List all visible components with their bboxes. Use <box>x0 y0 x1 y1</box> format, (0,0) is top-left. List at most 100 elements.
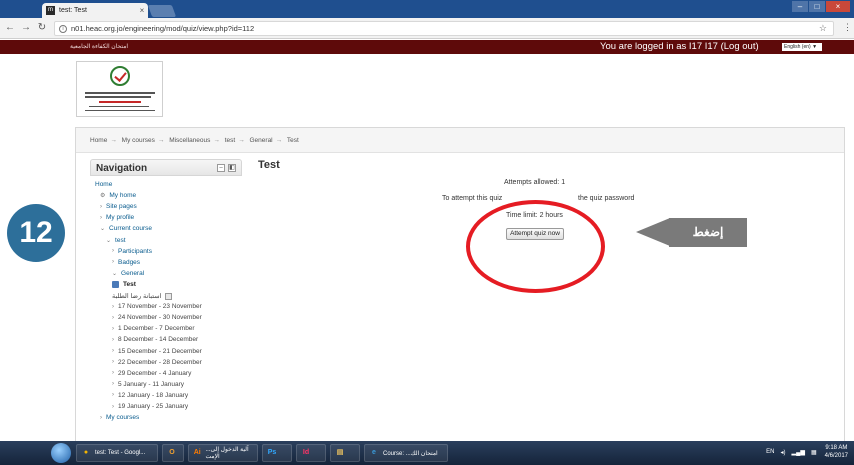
navigation-item-label: Home <box>95 181 113 188</box>
forward-icon[interactable]: → <box>20 22 32 34</box>
taskbar-app[interactable]: Ps <box>262 444 292 462</box>
browser-tab-strip: m test: Test × – □ × <box>0 0 854 18</box>
navigation-item-label: General <box>121 269 145 277</box>
window-controls: – □ × <box>791 1 850 12</box>
navigation-item-label: 15 December - 21 December <box>118 347 202 355</box>
navigation-item[interactable]: › 5 January - 11 January <box>112 381 184 388</box>
browser-tab[interactable]: m test: Test × <box>42 3 148 18</box>
navigation-item[interactable]: › My courses <box>100 414 139 421</box>
back-icon[interactable]: ← <box>4 22 16 34</box>
new-tab-button[interactable] <box>147 5 177 17</box>
dock-block-icon[interactable]: ◧ <box>228 164 236 172</box>
navigation-item[interactable]: › 8 December - 14 December <box>112 336 198 343</box>
url-input[interactable]: i n01.heac.org.jo/engineering/mod/quiz/v… <box>54 21 834 36</box>
url-text: n01.heac.org.jo/engineering/mod/quiz/vie… <box>71 24 255 33</box>
navigation-item-label: 29 December - 4 January <box>118 369 192 377</box>
taskbar-app[interactable]: ▤ <box>330 444 360 462</box>
language-select[interactable]: English (en) ▼ <box>782 43 822 51</box>
taskbar-app[interactable]: O <box>162 444 184 462</box>
home-icon: ⚙ <box>100 193 106 200</box>
navigation-item[interactable]: › Participants <box>112 248 152 255</box>
indesign-icon: Id <box>302 449 310 456</box>
close-window-button[interactable]: × <box>826 1 850 12</box>
breadcrumb-general[interactable]: General <box>250 137 273 144</box>
breadcrumb-test[interactable]: test <box>225 137 235 144</box>
navigation-item[interactable]: › 24 November - 30 November <box>112 314 202 321</box>
screen: m test: Test × – □ × ← → ↻ i n01.heac.or… <box>0 0 854 465</box>
breadcrumb-my-courses[interactable]: My courses <box>122 137 155 144</box>
navigation-item[interactable]: › 19 January - 25 January <box>112 403 188 410</box>
taskbar-app[interactable]: e Course: ...امتحان الك <box>364 444 448 462</box>
site-logo[interactable] <box>76 61 163 117</box>
reload-icon[interactable]: ↻ <box>36 22 48 34</box>
password-note-end: the quiz password <box>578 195 635 202</box>
collapse-block-icon[interactable]: – <box>217 164 225 172</box>
info-icon[interactable]: i <box>59 24 67 33</box>
navigation-block: Navigation – ◧ Home ⚙ My home › Site pages › M… <box>90 159 242 444</box>
navigation-item-label: استبانة رضا الطلبة <box>112 293 162 300</box>
logo-text-line <box>85 110 155 111</box>
navigation-item[interactable]: Test <box>112 280 136 288</box>
logo-emblem-icon <box>110 66 130 86</box>
navigation-item[interactable]: ⚙ My home <box>100 192 136 199</box>
navigation-item[interactable]: › 17 November - 23 November <box>112 303 202 310</box>
navigation-item-label: My profile <box>106 214 135 222</box>
expand-caret-icon: › <box>112 359 114 366</box>
expand-caret-icon: › <box>112 259 114 266</box>
navigation-item-label: 5 January - 11 January <box>118 380 184 388</box>
maximize-button[interactable]: □ <box>809 1 825 12</box>
browser-menu-icon[interactable]: ⋮ <box>843 22 852 33</box>
expand-caret-icon: › <box>100 414 102 421</box>
taskbar-app[interactable]: Id <box>296 444 326 462</box>
navigation-item[interactable]: › My profile <box>100 214 134 221</box>
navigation-item[interactable]: › 22 December - 28 December <box>112 359 202 366</box>
expand-caret-icon: › <box>112 403 114 410</box>
clock[interactable]: 9:18 AM 4/6/2017 <box>825 444 848 460</box>
taskbar-app[interactable]: Ai ...آلية الدخول إلى الإمت <box>188 444 258 462</box>
breadcrumb-miscellaneous[interactable]: Miscellaneous <box>169 137 210 144</box>
breadcrumb-separator: → <box>238 137 245 144</box>
navigation-item[interactable]: › 29 December - 4 January <box>112 370 191 377</box>
breadcrumb-home[interactable]: Home <box>90 137 107 144</box>
navigation-item[interactable]: › Badges <box>112 259 140 266</box>
outlook-icon: O <box>169 449 175 456</box>
navigation-item[interactable]: ⌄ Current course <box>100 225 152 232</box>
navigation-item[interactable]: Home <box>95 181 112 188</box>
bookmark-star-icon[interactable]: ☆ <box>819 23 827 34</box>
attempts-allowed: Attempts allowed: 1 <box>504 179 566 186</box>
password-note-start: To attempt this quiz <box>442 195 503 202</box>
breadcrumb-current[interactable]: Test <box>287 137 299 144</box>
volume-icon[interactable]: ◂) <box>780 449 785 456</box>
expand-caret-icon: ⌄ <box>106 237 112 244</box>
input-language[interactable]: EN <box>766 449 774 455</box>
login-info[interactable]: You are logged in as I17 I17 (Log out) <box>600 41 759 52</box>
navigation-item-label: 17 November - 23 November <box>118 303 202 311</box>
expand-caret-icon: › <box>112 325 114 332</box>
expand-caret-icon: ⌄ <box>112 270 118 277</box>
navigation-item[interactable]: › 15 December - 21 December <box>112 348 202 355</box>
start-button[interactable] <box>51 443 71 463</box>
breadcrumb: Home → My courses → Miscellaneous → test → G… <box>76 128 844 153</box>
minimize-button[interactable]: – <box>792 1 808 12</box>
navigation-item-label: 12 January - 18 January <box>118 391 189 399</box>
navigation-item[interactable]: › 1 December - 7 December <box>112 325 195 332</box>
breadcrumb-separator: → <box>275 137 283 144</box>
navigation-item[interactable]: › 12 January - 18 January <box>112 392 188 399</box>
signal-icon[interactable]: ▂▄▆ <box>791 449 804 456</box>
navigation-item-label: 19 January - 25 January <box>118 403 189 410</box>
navigation-item-label: Test <box>123 280 136 288</box>
tab-close-icon[interactable]: × <box>136 6 148 15</box>
logo-text-line <box>85 96 151 98</box>
navigation-item[interactable]: ⌄ General <box>112 270 144 277</box>
site-name[interactable]: امتحان الكفاءة الجامعية <box>70 43 128 50</box>
illustrator-icon: Ai <box>193 449 201 456</box>
navigation-item[interactable]: استبانة رضا الطلبة <box>112 292 173 300</box>
expand-caret-icon: › <box>112 348 114 354</box>
tab-title: test: Test <box>59 7 87 14</box>
taskbar-app[interactable]: ● test: Test - Googl... <box>76 444 158 462</box>
navigation-item[interactable]: › Site pages <box>100 203 137 210</box>
logo-text-line <box>85 92 155 94</box>
network-icon[interactable]: ▦ <box>811 449 817 456</box>
content-panel: Home → My courses → Miscellaneous → test → G… <box>75 127 845 447</box>
navigation-item[interactable]: ⌄ test <box>106 237 126 244</box>
